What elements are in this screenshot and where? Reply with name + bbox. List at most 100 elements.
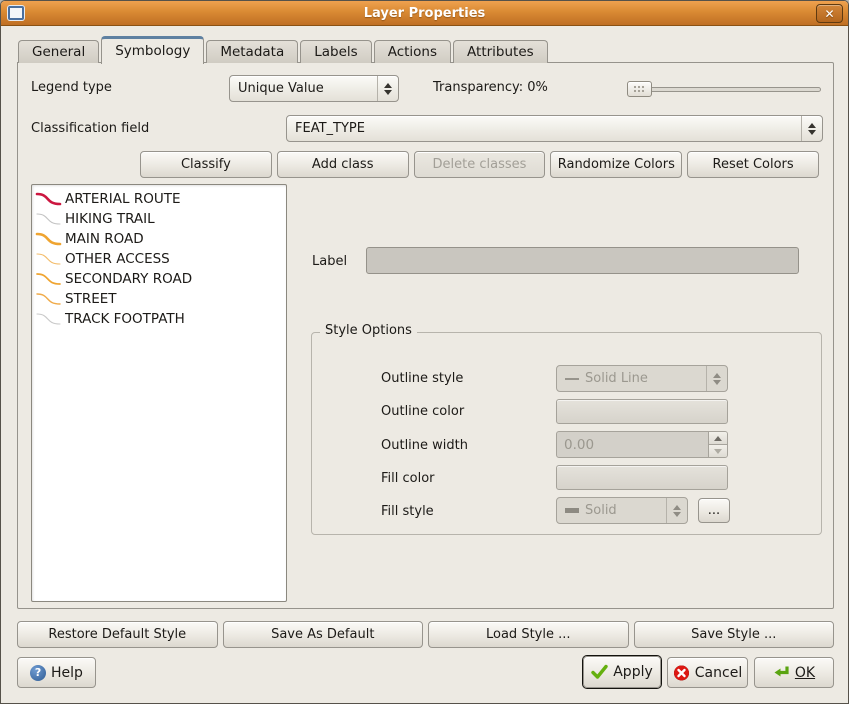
help-icon: ? [30,665,46,681]
legend-type-value: Unique Value [238,81,324,96]
style-file-button-label: Save Style ... [691,627,776,642]
fill-style-select: Solid [556,497,688,524]
class-label: SECONDARY ROAD [65,271,192,287]
outline-color-label: Outline color [381,404,464,419]
chevron-updown-icon [706,366,727,391]
style-file-button-label: Load Style ... [486,627,571,642]
class-label: HIKING TRAIL [65,211,155,227]
fill-style-more-button[interactable]: ... [698,498,730,523]
fill-style-swatch-icon [565,508,579,513]
class-list-item[interactable]: ARTERIAL ROUTE [32,189,286,209]
slider-handle[interactable] [627,81,652,97]
fill-style-label: Fill style [381,504,434,519]
titlebar[interactable]: Layer Properties ✕ [1,1,848,26]
help-button[interactable]: ? Help [17,657,96,688]
tab[interactable]: Attributes [453,40,548,63]
outline-style-value: Solid Line [585,371,648,386]
line-symbol-icon [35,271,62,287]
check-icon [591,664,608,680]
class-label: STREET [65,291,117,307]
cancel-button-label: Cancel [695,665,742,681]
class-list-item[interactable]: STREET [32,289,286,309]
cancel-cross-icon [673,665,690,681]
tab-label: Actions [388,44,437,60]
line-symbol-icon [35,231,62,247]
outline-color-button [556,399,728,424]
style-file-button-label: Save As Default [271,627,374,642]
close-icon: ✕ [824,7,834,21]
legend-type-label: Legend type [31,80,112,95]
line-symbol-icon [35,311,62,327]
class-list-item[interactable]: SECONDARY ROAD [32,269,286,289]
ok-button[interactable]: OK [754,657,834,688]
chevron-updown-icon [377,76,398,101]
tab-bar: General Symbology Metadata Labels Action… [18,35,550,63]
line-symbol-icon [35,191,62,207]
tab[interactable]: General [18,40,99,63]
apply-button[interactable]: Apply [583,656,661,688]
class-list-item[interactable]: OTHER ACCESS [32,249,286,269]
action-button[interactable]: Add class [277,151,409,178]
spinner-buttons [708,432,727,457]
style-file-button-label: Restore Default Style [48,627,186,642]
action-button[interactable]: Reset Colors [687,151,819,178]
tab[interactable]: Labels [300,40,371,63]
outline-width-spinner: 0.00 [556,431,728,458]
legend-type-select[interactable]: Unique Value [229,75,399,102]
class-label: ARTERIAL ROUTE [65,191,180,207]
tab[interactable]: Actions [374,40,451,63]
slider-grip-icon [633,85,646,94]
close-button[interactable]: ✕ [816,4,843,23]
ok-button-label: OK [795,665,815,681]
fill-color-label: Fill color [381,471,435,486]
classify-actions-row: Classify Add class Delete classes Random… [140,151,819,178]
style-file-button[interactable]: Restore Default Style [17,621,218,648]
tab-label: Symbology [115,43,190,59]
class-list-item[interactable]: MAIN ROAD [32,229,286,249]
style-file-button[interactable]: Load Style ... [428,621,629,648]
action-button[interactable]: Randomize Colors [550,151,682,178]
chevron-updown-icon [666,498,687,523]
style-options-title: Style Options [320,323,417,338]
slider-track[interactable] [629,87,821,92]
cancel-button[interactable]: Cancel [667,657,748,688]
tab[interactable]: Symbology [101,36,204,64]
spin-up-icon [709,432,727,445]
window-icon [8,6,24,20]
class-label: TRACK FOOTPATH [65,311,185,327]
outline-width-label: Outline width [381,438,468,453]
label-input [366,247,799,274]
outline-width-value: 0.00 [557,432,708,457]
style-file-buttons-row: Restore Default Style Save As Default Lo… [17,621,834,648]
class-list[interactable]: ARTERIAL ROUTE HIKING TRAIL MAIN ROAD [31,184,287,602]
action-button[interactable]: Classify [140,151,272,178]
fill-color-button [556,465,728,490]
outline-style-select: Solid Line [556,365,728,392]
line-style-swatch-icon [565,378,579,380]
outline-style-label: Outline style [381,371,463,386]
action-button: Delete classes [414,151,546,178]
classification-field-select[interactable]: FEAT_TYPE [286,115,823,142]
action-button-label: Randomize Colors [558,157,675,172]
classification-field-value: FEAT_TYPE [295,121,365,136]
style-file-button[interactable]: Save As Default [223,621,424,648]
tab-label: Labels [314,44,357,60]
line-symbol-icon [35,211,62,227]
fill-style-value: Solid [585,503,617,518]
ellipsis-label: ... [708,503,720,518]
class-label: MAIN ROAD [65,231,144,247]
transparency-slider[interactable] [627,80,821,98]
style-file-button[interactable]: Save Style ... [634,621,835,648]
label-field-label: Label [312,254,347,269]
chevron-updown-icon [801,116,822,141]
class-list-item[interactable]: HIKING TRAIL [32,209,286,229]
spin-down-icon [709,445,727,457]
tab-label: General [32,44,85,60]
enter-arrow-icon [773,665,790,681]
help-button-label: Help [51,665,83,681]
action-button-label: Add class [312,157,374,172]
class-list-item[interactable]: TRACK FOOTPATH [32,309,286,329]
action-button-label: Classify [181,157,231,172]
apply-button-label: Apply [613,664,653,680]
tab[interactable]: Metadata [206,40,298,63]
